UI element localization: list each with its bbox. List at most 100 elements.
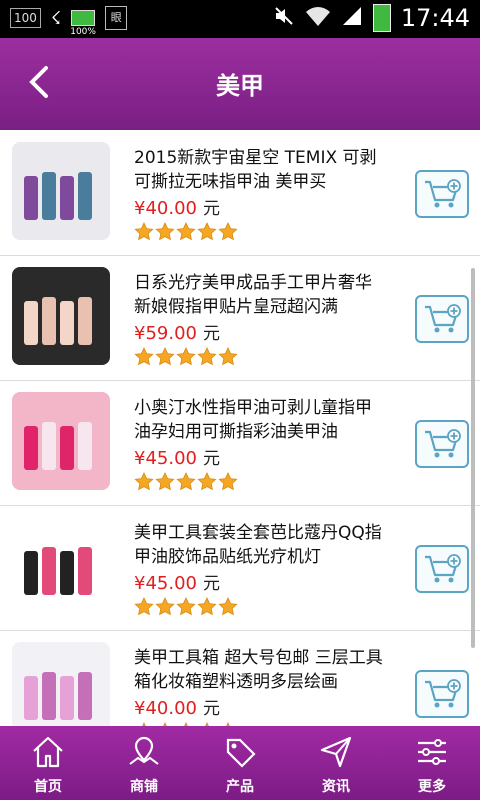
signal-icon bbox=[341, 5, 363, 31]
send-icon bbox=[320, 736, 352, 768]
product-name: 美甲工具箱 超大号包邮 三层工具箱化妆箱塑料透明多层绘画 bbox=[134, 648, 383, 692]
product-thumbnail bbox=[12, 642, 110, 726]
star-icon bbox=[197, 222, 217, 241]
product-name: 美甲工具套装全套芭比蔻丹QQ指甲油胶饰品贴纸光疗机灯 bbox=[134, 523, 382, 567]
product-photo bbox=[12, 267, 110, 365]
product-thumbnail bbox=[12, 267, 110, 365]
tab-home[interactable]: 首页 bbox=[0, 726, 96, 800]
sale-tag-icon bbox=[226, 738, 256, 768]
product-price-line: ¥40.00 元 bbox=[134, 694, 220, 719]
star-icon bbox=[134, 597, 154, 616]
clock: 17:44 bbox=[400, 4, 470, 32]
tab-more[interactable]: 更多 bbox=[384, 726, 480, 800]
product-photo bbox=[12, 142, 110, 240]
sliders-icon bbox=[418, 739, 446, 765]
star-icon bbox=[155, 472, 175, 491]
price-unit: 元 bbox=[202, 324, 220, 344]
product-name: 2015新款宇宙星空 TEMIX 可剥可撕拉无味指甲油 美甲买 bbox=[134, 148, 377, 192]
product-price-line: ¥59.00 元 bbox=[134, 319, 220, 344]
cart-plus-icon bbox=[425, 679, 461, 708]
product-photo bbox=[12, 517, 110, 615]
tab-label: 更多 bbox=[418, 779, 446, 795]
status-bar: 100 ☇ 100% 眼 17:44 bbox=[0, 0, 480, 38]
star-icon bbox=[218, 472, 238, 491]
rating-stars bbox=[134, 472, 238, 492]
star-icon bbox=[134, 472, 154, 491]
product-thumbnail bbox=[12, 142, 110, 240]
product-price-line: ¥40.00 元 bbox=[134, 194, 220, 219]
product-thumbnail bbox=[12, 517, 110, 615]
star-icon bbox=[155, 347, 175, 366]
star-icon bbox=[197, 472, 217, 491]
mute-icon bbox=[273, 5, 295, 31]
star-icon bbox=[134, 347, 154, 366]
product-row[interactable]: 2015新款宇宙星空 TEMIX 可剥可撕拉无味指甲油 美甲买 ¥40.00 元 bbox=[0, 130, 480, 256]
star-icon bbox=[176, 222, 196, 241]
product-price: ¥40.00 bbox=[134, 698, 197, 719]
add-to-cart-button[interactable] bbox=[415, 545, 469, 593]
star-icon bbox=[155, 597, 175, 616]
notification-badge: 100 bbox=[10, 8, 41, 28]
tab-label: 商铺 bbox=[130, 779, 158, 795]
product-photo bbox=[12, 392, 110, 490]
price-unit: 元 bbox=[202, 574, 220, 594]
add-to-cart-button[interactable] bbox=[415, 670, 469, 718]
product-list[interactable]: 2015新款宇宙星空 TEMIX 可剥可撕拉无味指甲油 美甲买 ¥40.00 元 … bbox=[0, 130, 480, 726]
product-price: ¥45.00 bbox=[134, 448, 197, 469]
product-photo bbox=[12, 642, 110, 726]
tab-label: 产品 bbox=[226, 779, 254, 795]
star-icon bbox=[218, 597, 238, 616]
price-unit: 元 bbox=[202, 699, 220, 719]
rating-stars bbox=[134, 222, 238, 242]
add-to-cart-button[interactable] bbox=[415, 420, 469, 468]
input-method-icon: 眼 bbox=[105, 6, 128, 30]
wifi-icon bbox=[305, 5, 331, 31]
page-title: 美甲 bbox=[216, 72, 264, 100]
star-icon bbox=[134, 222, 154, 241]
home-icon bbox=[33, 736, 63, 768]
product-name: 日系光疗美甲成品手工甲片奢华新娘假指甲贴片皇冠超闪满 bbox=[134, 273, 372, 317]
rating-stars bbox=[134, 597, 238, 617]
price-unit: 元 bbox=[202, 199, 220, 219]
add-to-cart-button[interactable] bbox=[415, 295, 469, 343]
add-to-cart-button[interactable] bbox=[415, 170, 469, 218]
product-price: ¥40.00 bbox=[134, 198, 197, 219]
price-unit: 元 bbox=[202, 449, 220, 469]
star-icon bbox=[197, 347, 217, 366]
star-icon bbox=[176, 597, 196, 616]
product-row[interactable]: 小奥汀水性指甲油可剥儿童指甲油孕妇用可撕指彩油美甲油 ¥45.00 元 bbox=[0, 380, 480, 506]
battery-percent: 100% bbox=[70, 27, 96, 37]
star-icon bbox=[155, 222, 175, 241]
star-icon bbox=[176, 347, 196, 366]
scrollbar[interactable] bbox=[471, 268, 475, 648]
tab-label: 资讯 bbox=[322, 779, 350, 795]
cart-plus-icon bbox=[425, 554, 461, 583]
product-row[interactable]: 美甲工具套装全套芭比蔻丹QQ指甲油胶饰品贴纸光疗机灯 ¥45.00 元 bbox=[0, 505, 480, 631]
star-icon bbox=[176, 472, 196, 491]
bottom-tab-bar: 首页 商铺 产品 资讯 更多 bbox=[0, 726, 480, 800]
cart-plus-icon bbox=[425, 179, 461, 208]
product-price: ¥59.00 bbox=[134, 323, 197, 344]
app-header: 美甲 bbox=[0, 38, 480, 130]
rating-stars bbox=[134, 347, 238, 367]
product-thumbnail bbox=[12, 392, 110, 490]
product-row[interactable]: 美甲工具箱 超大号包邮 三层工具箱化妆箱塑料透明多层绘画 ¥40.00 元 bbox=[0, 630, 480, 726]
battery-icon bbox=[372, 4, 391, 32]
tab-shops[interactable]: 商铺 bbox=[96, 726, 192, 800]
usb-icon: ☇ bbox=[50, 7, 62, 29]
map-pin-icon bbox=[129, 736, 159, 765]
battery-full-icon: 100% bbox=[70, 10, 96, 37]
product-price: ¥45.00 bbox=[134, 573, 197, 594]
product-price-line: ¥45.00 元 bbox=[134, 569, 220, 594]
star-icon bbox=[218, 222, 238, 241]
cart-plus-icon bbox=[425, 429, 461, 458]
product-price-line: ¥45.00 元 bbox=[134, 444, 220, 469]
tab-products[interactable]: 产品 bbox=[192, 726, 288, 800]
cart-plus-icon bbox=[425, 304, 461, 333]
product-name: 小奥汀水性指甲油可剥儿童指甲油孕妇用可撕指彩油美甲油 bbox=[134, 398, 372, 442]
tab-news[interactable]: 资讯 bbox=[288, 726, 384, 800]
tab-label: 首页 bbox=[34, 779, 62, 795]
star-icon bbox=[218, 347, 238, 366]
star-icon bbox=[197, 597, 217, 616]
product-row[interactable]: 日系光疗美甲成品手工甲片奢华新娘假指甲贴片皇冠超闪满 ¥59.00 元 bbox=[0, 255, 480, 381]
